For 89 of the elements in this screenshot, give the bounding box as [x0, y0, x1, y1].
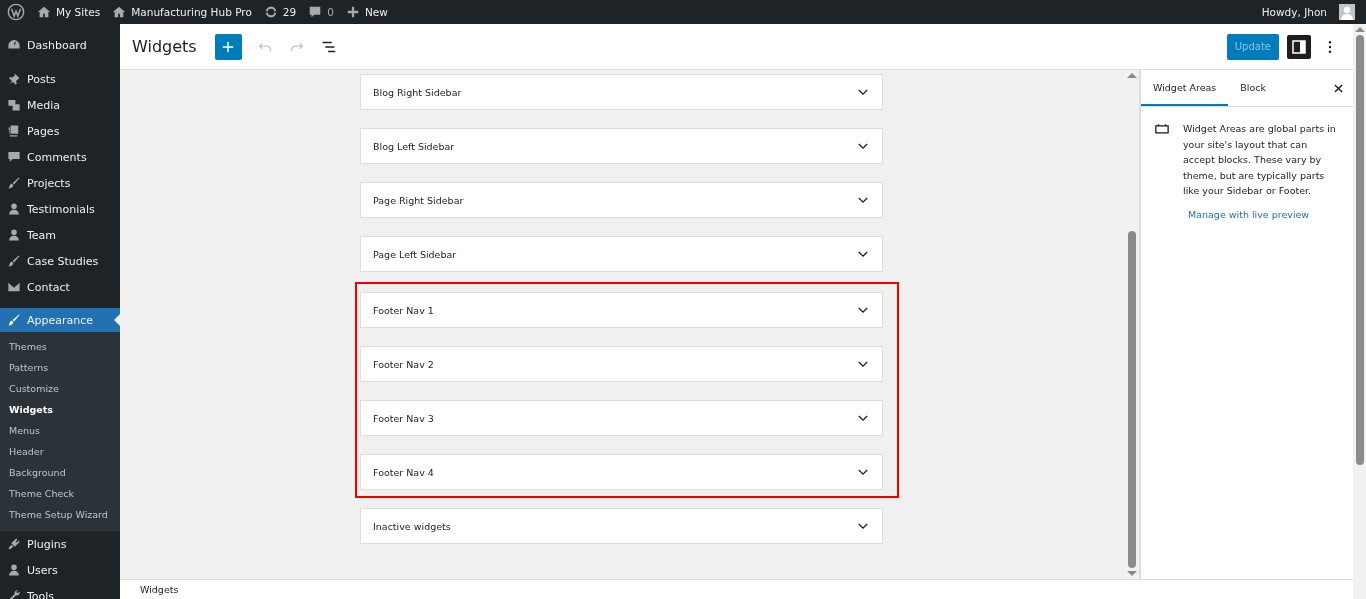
brush-icon: [7, 254, 21, 268]
refresh-icon: [263, 5, 278, 19]
plus-icon: [221, 39, 236, 54]
site-link[interactable]: Manufacturing Hub Pro: [112, 5, 252, 19]
chevron-down-icon[interactable]: [858, 142, 868, 150]
comment-icon: [7, 150, 21, 164]
widget-area-panel[interactable]: Inactive widgets: [360, 508, 883, 544]
user-icon: [7, 228, 21, 242]
brush-icon: [7, 313, 21, 327]
chevron-down-icon[interactable]: [858, 196, 868, 204]
submenu-item[interactable]: Customize: [0, 378, 120, 399]
account-link[interactable]: Howdy, Jhon: [1261, 6, 1327, 18]
menu-item[interactable]: Tools: [0, 583, 120, 599]
menu-item[interactable]: Contact: [0, 274, 120, 300]
speech-bubble-icon: [308, 5, 323, 19]
chevron-down-icon[interactable]: [858, 468, 868, 476]
widget-area-panel[interactable]: Page Left Sidebar: [360, 236, 883, 272]
page-title: Widgets: [132, 37, 197, 56]
chevron-down-icon[interactable]: [858, 414, 868, 422]
menu-item[interactable]: Comments: [0, 144, 120, 170]
pages-icon: [7, 124, 21, 138]
widget-area-icon: [1155, 123, 1169, 134]
widget-area-title: Blog Left Sidebar: [373, 140, 456, 152]
wrench-icon: [7, 589, 21, 599]
chevron-down-icon[interactable]: [858, 250, 868, 258]
menu-item[interactable]: Case Studies: [0, 248, 120, 274]
widget-area-title: Footer Nav 4: [373, 466, 435, 478]
menu-item[interactable]: Team: [0, 222, 120, 248]
comments-link[interactable]: 0: [308, 5, 334, 19]
more-options-icon[interactable]: [1327, 38, 1333, 55]
close-icon[interactable]: [1334, 83, 1343, 93]
brush-icon: [7, 176, 21, 190]
widget-area-title: Footer Nav 1: [373, 304, 435, 316]
widget-area-panel[interactable]: Footer Nav 3: [360, 400, 883, 436]
widget-area-title: Page Right Sidebar: [373, 194, 465, 206]
widget-area-panel[interactable]: Page Right Sidebar: [360, 182, 883, 218]
widget-area-title: Page Left Sidebar: [373, 248, 458, 260]
submenu-item[interactable]: Background: [0, 462, 120, 483]
add-block-button[interactable]: [214, 33, 242, 60]
submenu-item[interactable]: Menus: [0, 420, 120, 441]
updates-link[interactable]: 29: [263, 5, 297, 19]
menu-item[interactable]: Testimonials: [0, 196, 120, 222]
sidebar-toggle-icon[interactable]: [1287, 34, 1311, 59]
panel-description: Widget Areas are global parts in your site's layout that can accept blocks. These vary by theme, but are typically parts like your Sidebar or Footer.: [1183, 122, 1337, 198]
chevron-down-icon[interactable]: [858, 306, 868, 314]
new-link[interactable]: New: [345, 5, 388, 19]
breadcrumb[interactable]: Widgets: [140, 584, 179, 595]
menu-item[interactable]: Plugins: [0, 531, 120, 557]
widget-area-panel[interactable]: Footer Nav 2: [360, 346, 883, 382]
submenu-item[interactable]: Theme Check: [0, 483, 120, 504]
live-preview-link[interactable]: Manage with live preview: [1141, 198, 1353, 220]
plus-icon: [345, 5, 360, 19]
submenu-item[interactable]: Header: [0, 441, 120, 462]
pin-icon: [7, 72, 21, 86]
widget-area-title: Inactive widgets: [373, 520, 452, 532]
house-icon: [37, 5, 51, 19]
menu-item[interactable]: Appearance: [0, 308, 120, 332]
widget-area-panel[interactable]: Footer Nav 4: [360, 454, 883, 490]
menu-item[interactable]: Projects: [0, 170, 120, 196]
user-icon: [7, 563, 21, 577]
menu-item[interactable]: Dashboard: [0, 32, 120, 58]
widget-area-title: Blog Right Sidebar: [373, 86, 463, 98]
menu-item[interactable]: Media: [0, 92, 120, 118]
media-icon: [7, 98, 21, 112]
dashboard-icon: [7, 38, 21, 52]
user-icon: [7, 202, 21, 216]
panel-tab[interactable]: Widget Areas: [1141, 70, 1229, 106]
widget-area-panel[interactable]: Blog Left Sidebar: [360, 128, 883, 164]
menu-item[interactable]: Users: [0, 557, 120, 583]
widget-area-panel[interactable]: Blog Right Sidebar: [360, 74, 883, 110]
submenu-item[interactable]: Widgets: [0, 399, 120, 420]
submenu-item[interactable]: Patterns: [0, 357, 120, 378]
canvas-scrollbar[interactable]: [1125, 70, 1140, 579]
widget-area-title: Footer Nav 2: [373, 358, 435, 370]
mail-icon: [7, 280, 21, 294]
submenu-item[interactable]: Theme Setup Wizard: [0, 504, 120, 525]
house-icon: [112, 5, 127, 19]
menu-item[interactable]: Posts: [0, 66, 120, 92]
wordpress-logo-icon[interactable]: [7, 3, 25, 21]
chevron-down-icon[interactable]: [858, 88, 868, 96]
widget-area-title: Footer Nav 3: [373, 412, 435, 424]
menu-item[interactable]: Pages: [0, 118, 120, 144]
panel-tab[interactable]: Block: [1228, 70, 1278, 106]
plug-icon: [7, 537, 21, 551]
submenu-item[interactable]: Themes: [0, 336, 120, 357]
site-link[interactable]: My Sites: [37, 5, 101, 19]
chevron-down-icon[interactable]: [858, 522, 868, 530]
widget-area-panel[interactable]: Footer Nav 1: [360, 292, 883, 328]
chevron-down-icon[interactable]: [858, 360, 868, 368]
